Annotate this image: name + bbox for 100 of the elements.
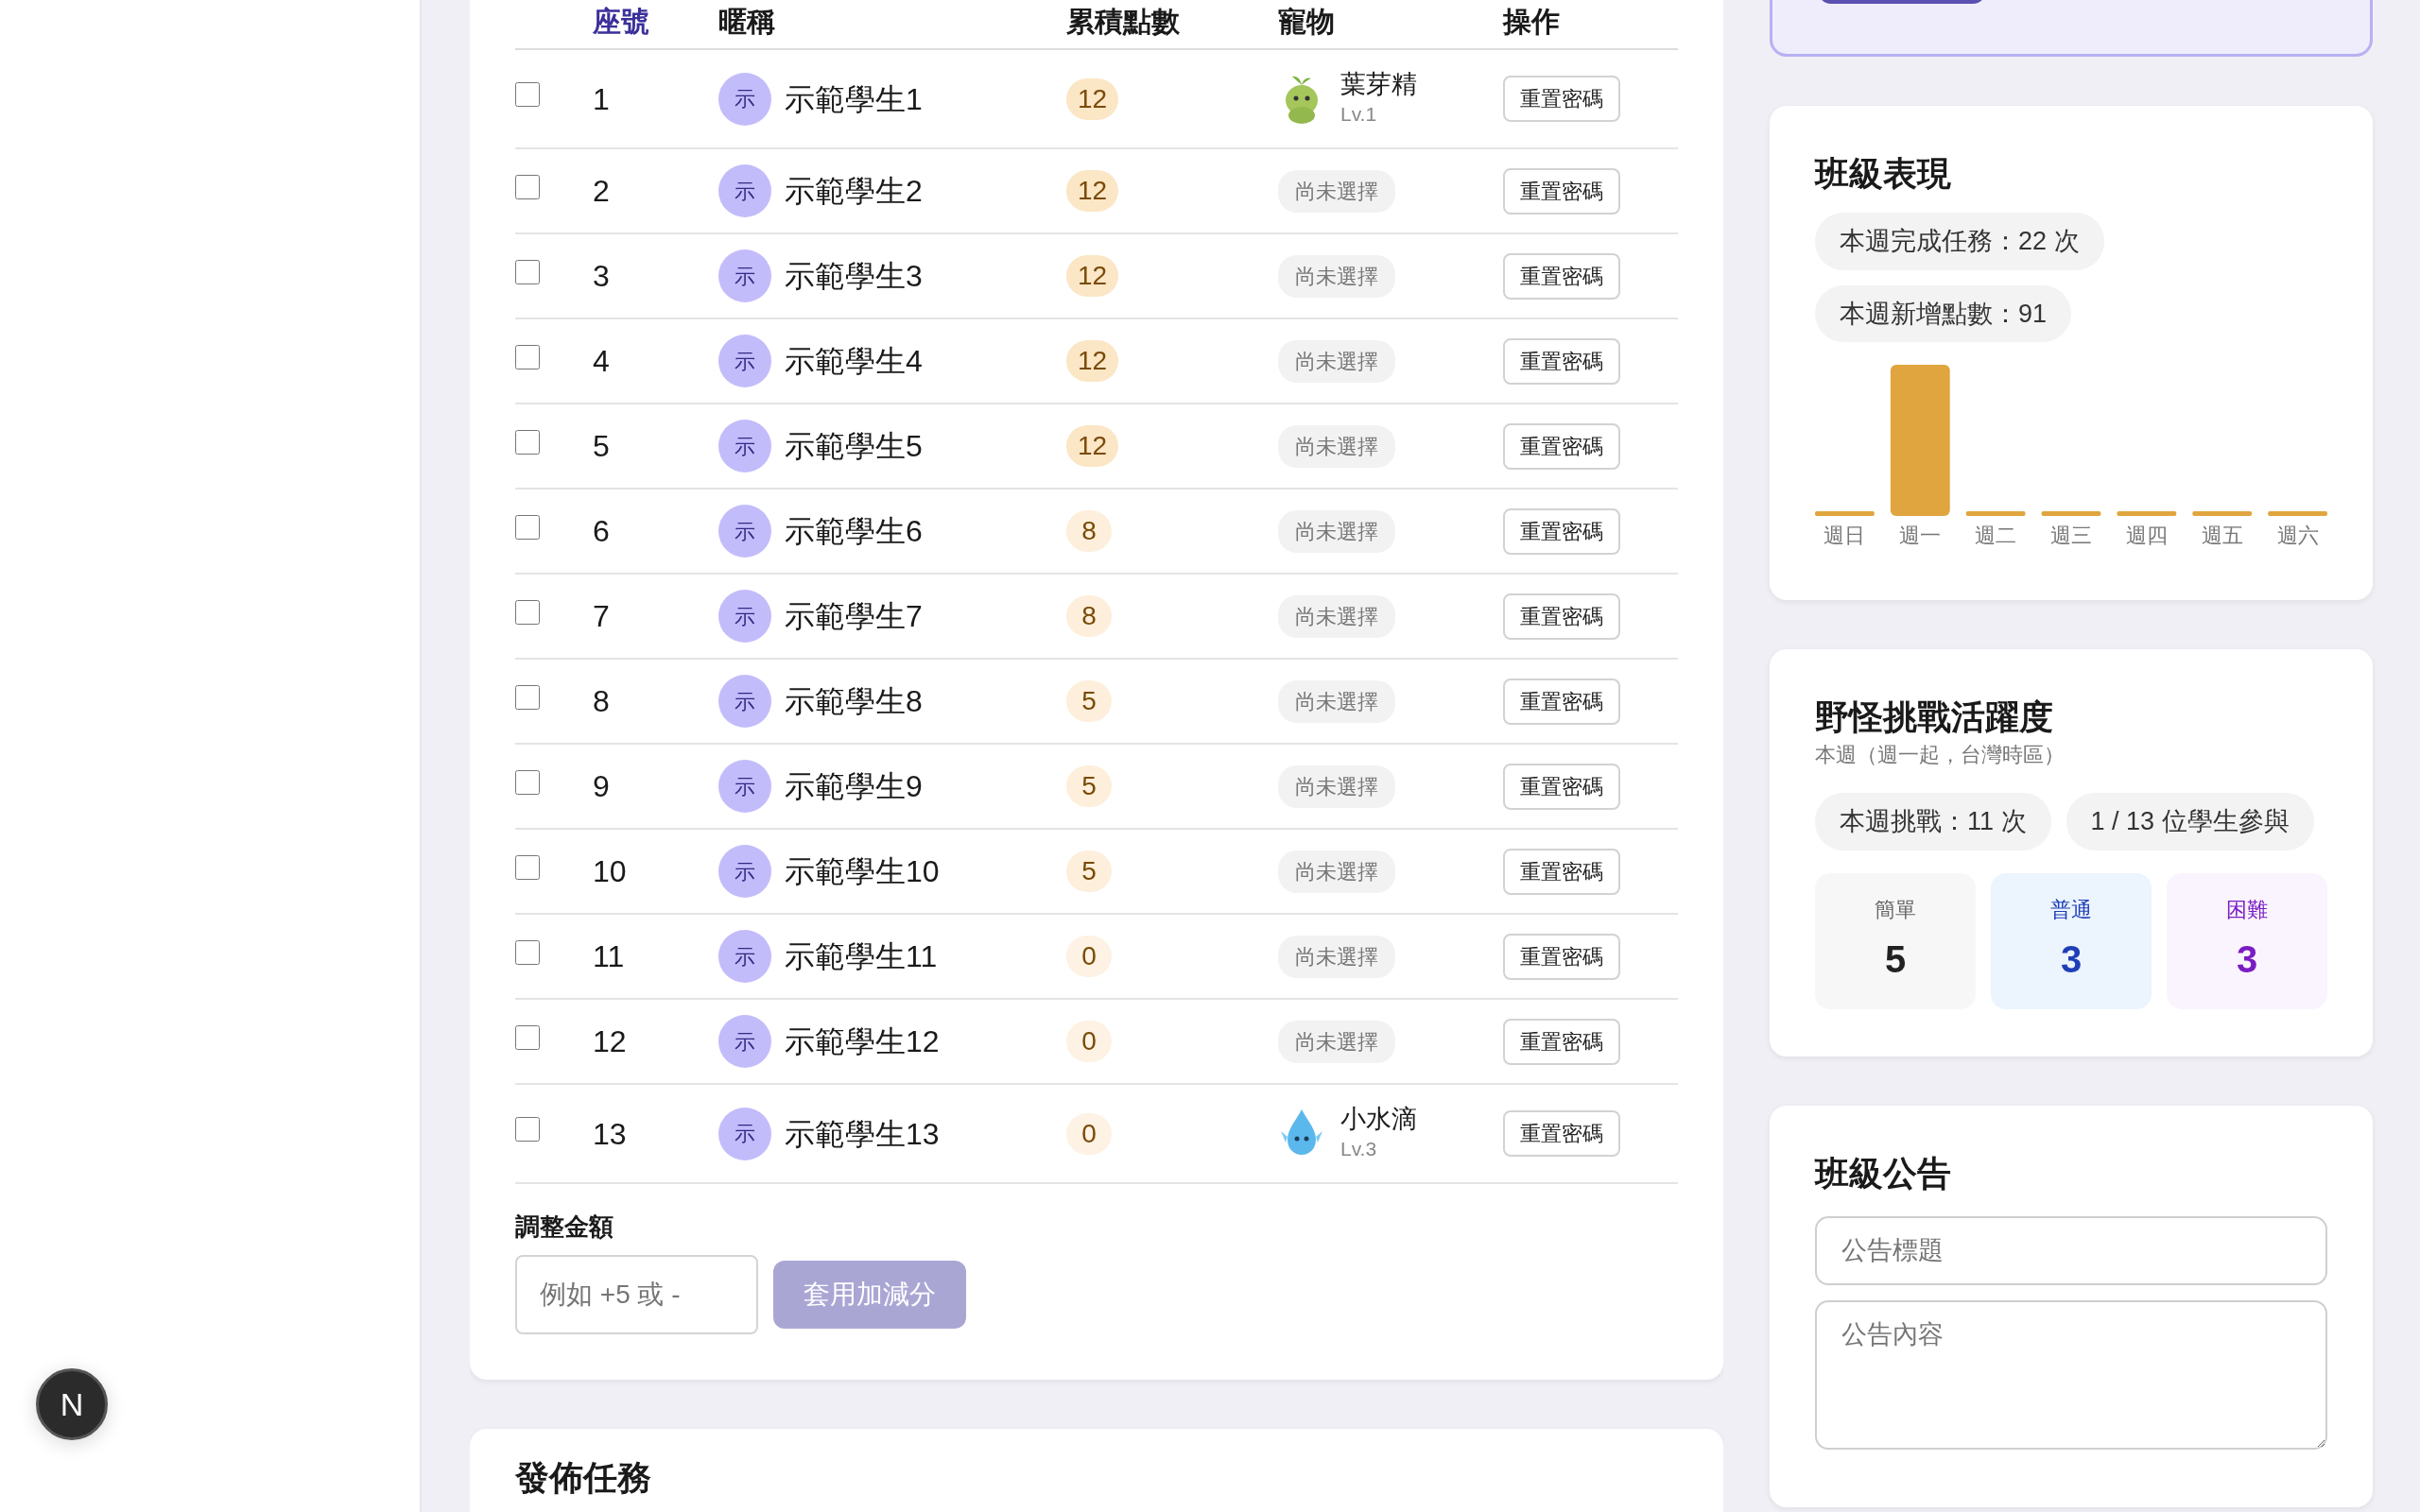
row-checkbox[interactable]	[515, 174, 540, 199]
status-tag: 尚未選擇	[1278, 424, 1395, 468]
reset-password-button[interactable]: 重置密碼	[1503, 167, 1620, 215]
bar	[1965, 511, 2026, 517]
card-title: 班級公告	[1815, 1152, 1952, 1194]
row-checkbox[interactable]	[515, 769, 540, 795]
column-header[interactable]: 寵物	[1278, 6, 1335, 37]
reset-password-button[interactable]: 重置密碼	[1503, 337, 1620, 385]
status-tag: 尚未選擇	[1278, 594, 1395, 638]
reset-password-button[interactable]: 重置密碼	[1503, 1110, 1620, 1157]
content-field[interactable]: 公告內容	[1815, 1299, 2327, 1450]
student-name: 示範學生2	[785, 173, 923, 210]
student-name: 示範學生12	[785, 1023, 940, 1060]
row-checkbox[interactable]	[515, 939, 540, 965]
avatar: 示	[718, 420, 771, 472]
day-label: 週二	[1975, 524, 2017, 548]
points-badge: 12	[1066, 340, 1119, 382]
stat-pill: 本週挑戰：11 次	[1815, 793, 2051, 850]
reset-password-button[interactable]: 重置密碼	[1503, 507, 1620, 555]
seat-number: 4	[593, 344, 610, 378]
day-label: 週一	[1899, 524, 1942, 548]
bar	[1815, 511, 1875, 517]
status-tag: 尚未選擇	[1278, 765, 1395, 808]
status-tag: 尚未選擇	[1278, 850, 1395, 893]
pet-level: Lv.3	[1340, 1136, 1378, 1161]
seat-number: 9	[593, 769, 610, 803]
bar	[2268, 511, 2327, 517]
student-name: 示範學生1	[785, 80, 923, 118]
row-checkbox[interactable]	[515, 259, 540, 284]
pet-name: 小水滴	[1340, 1103, 1417, 1134]
day-label: 週六	[2276, 524, 2319, 548]
student-name: 示範學生3	[785, 258, 923, 295]
reset-password-button[interactable]: 重置密碼	[1503, 252, 1620, 300]
avatar: 示	[718, 505, 771, 558]
points-badge: 5	[1066, 765, 1112, 807]
reset-password-button[interactable]: 重置密碼	[1503, 678, 1620, 725]
reset-password-button[interactable]: 重置密碼	[1503, 1018, 1620, 1065]
row-checkbox[interactable]	[515, 684, 540, 710]
field-label: 調整金額	[515, 1211, 614, 1243]
status-tag: 尚未選擇	[1278, 509, 1395, 553]
card-title: 班級表現	[1815, 153, 1952, 195]
difficulty-label: 困難	[2226, 897, 2268, 924]
row-checkbox[interactable]	[515, 344, 540, 369]
seat-number: 8	[593, 684, 610, 718]
reset-password-button[interactable]: 重置密碼	[1503, 593, 1620, 640]
points-badge: 12	[1066, 170, 1119, 212]
reset-password-button[interactable]: 重置密碼	[1503, 763, 1620, 810]
points-badge: 8	[1066, 510, 1112, 552]
card-subtitle: 本週（週一起，台灣時區）	[1815, 742, 2066, 769]
seat-number: 2	[593, 174, 610, 208]
difficulty-count: 3	[2236, 937, 2258, 983]
dev-badge[interactable]: N	[36, 1368, 108, 1440]
row-checkbox[interactable]	[515, 514, 540, 540]
row-checkbox[interactable]	[515, 82, 540, 107]
status-tag: 尚未選擇	[1278, 254, 1395, 298]
reset-password-button[interactable]: 重置密碼	[1503, 76, 1620, 122]
day-label: 週四	[2125, 524, 2168, 548]
seat-number: 12	[593, 1024, 627, 1058]
row-checkbox[interactable]	[515, 854, 540, 880]
row-checkbox[interactable]	[515, 1024, 540, 1050]
row-checkbox[interactable]	[515, 599, 540, 625]
avatar: 示	[718, 72, 771, 126]
row-checkbox[interactable]	[515, 1117, 540, 1142]
reset-password-button[interactable]: 重置密碼	[1503, 933, 1620, 980]
reset-password-button[interactable]: 重置密碼	[1503, 422, 1620, 470]
seat-number: 1	[593, 81, 610, 116]
points-badge: 0	[1066, 936, 1112, 977]
points-badge: 12	[1066, 425, 1119, 467]
title-field[interactable]: 公告標題	[1815, 1216, 2327, 1285]
reset-password-button[interactable]: 重置密碼	[1503, 848, 1620, 895]
column-header[interactable]: 座號	[593, 6, 649, 37]
student-name: 示範學生6	[785, 513, 923, 550]
avatar: 示	[718, 675, 771, 728]
column-header[interactable]: 操作	[1503, 6, 1560, 37]
points-badge: 8	[1066, 595, 1112, 637]
difficulty-label: 普通	[2050, 897, 2092, 924]
status-tag: 尚未選擇	[1278, 679, 1395, 723]
day-label: 週日	[1824, 524, 1866, 548]
avatar: 示	[718, 590, 771, 643]
avatar: 示	[718, 845, 771, 898]
avatar: 示	[718, 249, 771, 302]
points-badge: 0	[1066, 1021, 1112, 1062]
pet-name: 葉芽精	[1340, 68, 1417, 99]
student-name: 示範學生7	[785, 598, 923, 635]
seat-number: 5	[593, 429, 610, 463]
student-name: 示範學生13	[785, 1115, 940, 1153]
row-checkbox[interactable]	[515, 429, 540, 455]
avatar: 示	[718, 335, 771, 387]
points-badge: 5	[1066, 680, 1112, 722]
avatar: 示	[718, 1015, 771, 1068]
points-badge: 0	[1066, 1112, 1112, 1155]
student-name: 示範學生11	[785, 938, 938, 975]
bar	[2041, 511, 2101, 517]
seat-number: 10	[593, 854, 627, 888]
points-badge: 12	[1066, 77, 1119, 120]
status-tag: 尚未選擇	[1278, 339, 1395, 383]
column-header[interactable]: 暱稱	[718, 6, 775, 37]
column-header[interactable]: 累積點數	[1066, 6, 1180, 37]
points-badge: 5	[1066, 850, 1112, 892]
student-name: 示範學生5	[785, 428, 923, 465]
